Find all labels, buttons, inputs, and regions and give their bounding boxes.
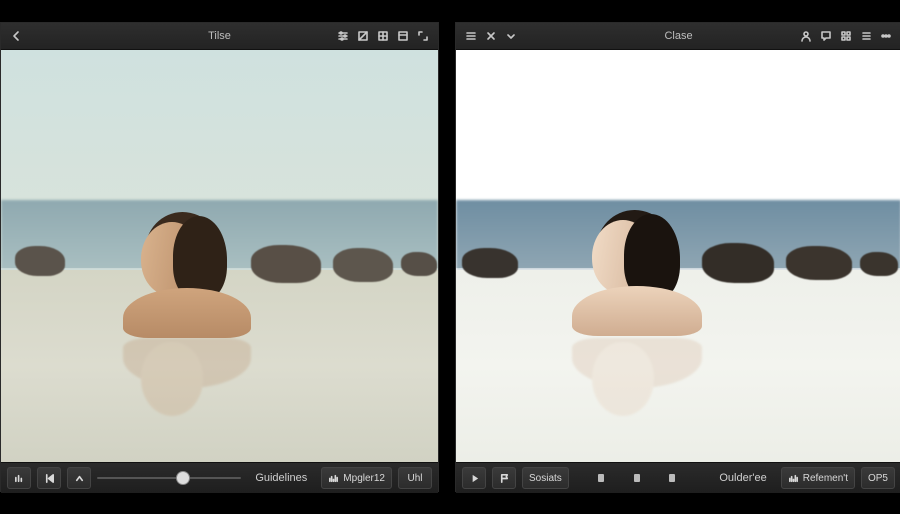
topbar-right: Clase — [456, 23, 900, 50]
topbar-left-controls — [456, 27, 520, 45]
editor-pane-right: Clase — [455, 22, 900, 492]
levels-icon[interactable] — [7, 467, 31, 489]
skip-icon[interactable] — [37, 467, 61, 489]
sosiats-button[interactable]: Sosiats — [522, 467, 569, 489]
menu-icon[interactable] — [462, 27, 480, 45]
topbar-right-controls — [334, 27, 438, 45]
exposure-slider[interactable] — [97, 468, 241, 488]
flag-icon[interactable] — [492, 467, 516, 489]
grid-icon[interactable] — [837, 27, 855, 45]
timeline-mark[interactable] — [598, 474, 604, 482]
slider-track — [97, 477, 241, 479]
user-icon[interactable] — [797, 27, 815, 45]
center-label-right: Oulder'ee — [711, 472, 774, 484]
topbar-left-controls — [1, 27, 25, 45]
op5-button[interactable]: OP5 — [861, 467, 895, 489]
close-icon[interactable] — [482, 27, 500, 45]
photo-right — [456, 50, 900, 462]
timeline-mark[interactable] — [634, 474, 640, 482]
sliders-icon[interactable] — [334, 27, 352, 45]
panel-icon[interactable] — [394, 27, 412, 45]
editor-pane-left: Tilse — [0, 22, 439, 492]
mpgler-button[interactable]: Mpgler12 — [321, 467, 392, 489]
chevron-left-icon[interactable] — [7, 27, 25, 45]
image-viewport-right[interactable] — [456, 50, 900, 462]
guidelines-label: Guidelines — [247, 472, 315, 484]
slider-thumb[interactable] — [176, 471, 190, 485]
chevron-up-icon[interactable] — [67, 467, 91, 489]
topbar-left: Tilse — [1, 23, 438, 50]
bottombar-right: Sosiats Oulder'ee Refemen't OP5 — [456, 462, 900, 493]
photo-left — [1, 50, 438, 462]
more-icon[interactable] — [877, 27, 895, 45]
comment-icon[interactable] — [817, 27, 835, 45]
list-icon[interactable] — [857, 27, 875, 45]
image-viewport-left[interactable] — [1, 50, 438, 462]
chevron-down-icon[interactable] — [502, 27, 520, 45]
expand-icon[interactable] — [414, 27, 432, 45]
play-icon[interactable] — [462, 467, 486, 489]
timeline-mark[interactable] — [669, 474, 675, 482]
timeline-marks[interactable] — [575, 468, 706, 488]
refinement-button[interactable]: Refemen't — [781, 467, 855, 489]
topbar-right-controls — [797, 27, 900, 45]
uhl-button[interactable]: Uhl — [398, 467, 432, 489]
grid-icon[interactable] — [374, 27, 392, 45]
gradient-icon[interactable] — [354, 27, 372, 45]
bottombar-left: Guidelines Mpgler12 Uhl — [1, 462, 438, 493]
